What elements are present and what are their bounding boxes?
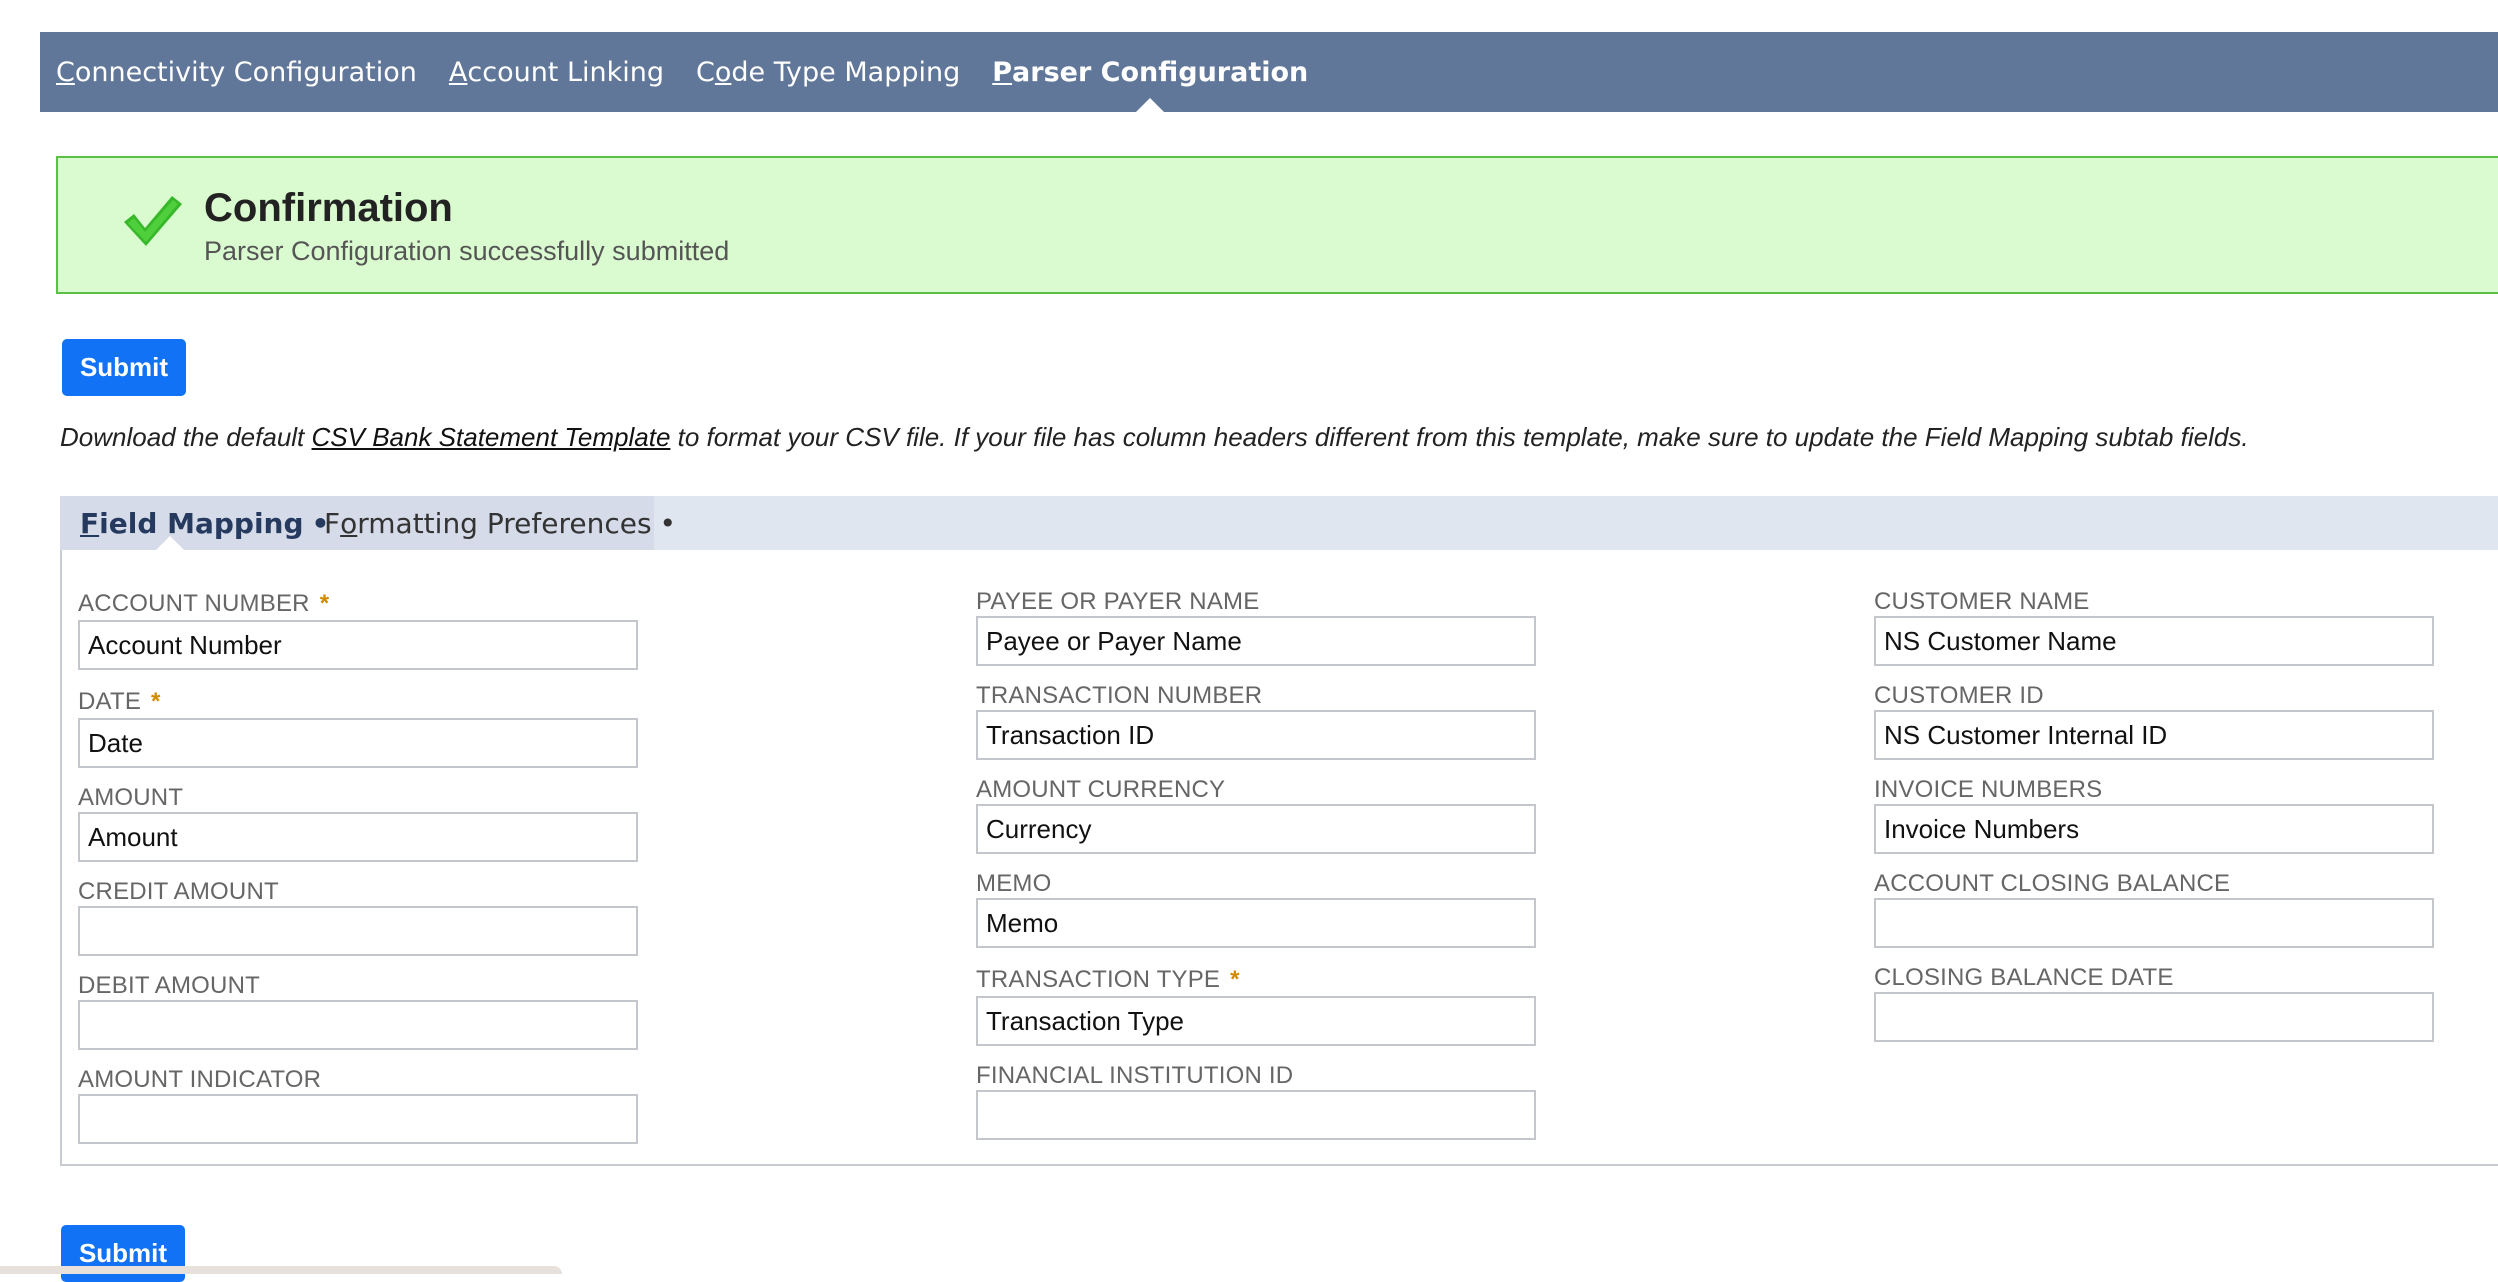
date-field[interactable]: [78, 718, 638, 768]
customer-id-label: CUSTOMER ID: [1874, 682, 2044, 709]
submit-button-top[interactable]: Submit: [62, 339, 186, 396]
confirmation-message: Parser Configuration successfully submit…: [204, 236, 730, 266]
popup-edge: [0, 1266, 562, 1274]
tab-label-prefix: C: [696, 56, 715, 88]
subtab-formatting-preferences[interactable]: Fo rmatting Preferences •: [324, 496, 676, 550]
tab-account-linking[interactable]: Account Linking: [449, 32, 664, 112]
financial-institution-id-field[interactable]: [976, 1090, 1536, 1140]
subtab-accesskey: o: [340, 506, 358, 540]
subtab-field-mapping[interactable]: Field Mapping •: [80, 496, 329, 550]
transaction-type-label: TRANSACTION TYPE *: [976, 966, 1240, 993]
closing-balance-date-label: CLOSING BALANCE DATE: [1874, 964, 2174, 991]
tab-label: ccount Linking: [467, 56, 665, 88]
financial-institution-id-label: FINANCIAL INSTITUTION ID: [976, 1062, 1294, 1089]
confirmation-title: Confirmation: [204, 186, 453, 230]
invoice-numbers-label: INVOICE NUMBERS: [1874, 776, 2103, 803]
required-indicator: *: [1230, 966, 1240, 993]
required-indicator: *: [151, 688, 161, 715]
tab-accesskey: o: [714, 56, 732, 88]
info-text-before: Download the default: [60, 422, 312, 452]
amount-currency-label: AMOUNT CURRENCY: [976, 776, 1226, 803]
info-text-after: to format your CSV file. If your file ha…: [670, 422, 2249, 452]
credit-amount-field[interactable]: [78, 906, 638, 956]
tab-label: onnectivity Configuration: [74, 56, 417, 88]
tab-connectivity-configuration[interactable]: Connectivity Configuration: [56, 32, 417, 112]
transaction-type-field[interactable]: [976, 996, 1536, 1046]
transaction-number-field[interactable]: [976, 710, 1536, 760]
account-number-label: ACCOUNT NUMBER *: [78, 590, 330, 617]
csv-template-info: Download the default CSV Bank Statement …: [60, 422, 2249, 453]
tab-accesskey: P: [992, 56, 1013, 88]
tab-accesskey: C: [56, 56, 75, 88]
memo-field[interactable]: [976, 898, 1536, 948]
account-number-field[interactable]: [78, 620, 638, 670]
amount-indicator-label: AMOUNT INDICATOR: [78, 1066, 322, 1093]
amount-field[interactable]: [78, 812, 638, 862]
csv-template-link[interactable]: CSV Bank Statement Template: [312, 422, 671, 452]
payee-or-payer-name-label: PAYEE OR PAYER NAME: [976, 588, 1260, 615]
subtab-dot: •: [659, 506, 677, 540]
invoice-numbers-field[interactable]: [1874, 804, 2434, 854]
subtab-active-indicator: [156, 536, 184, 550]
customer-name-field[interactable]: [1874, 616, 2434, 666]
debit-amount-label: DEBIT AMOUNT: [78, 972, 260, 999]
check-icon: [124, 196, 182, 246]
amount-indicator-field[interactable]: [78, 1094, 638, 1144]
subtab-label: rmatting Preferences: [357, 506, 652, 540]
transaction-number-label: TRANSACTION NUMBER: [976, 682, 1263, 709]
amount-label: AMOUNT: [78, 784, 184, 811]
tab-accesskey: A: [448, 56, 468, 88]
confirmation-banner: Confirmation Parser Configuration succes…: [56, 156, 2498, 294]
top-navigation-bar: Connectivity Configuration Account Linki…: [40, 32, 2498, 112]
date-label: DATE *: [78, 688, 161, 715]
debit-amount-field[interactable]: [78, 1000, 638, 1050]
subtab-label-prefix: F: [324, 506, 341, 540]
tab-label: arser Configuration: [1012, 56, 1309, 88]
payee-or-payer-name-field[interactable]: [976, 616, 1536, 666]
amount-currency-field[interactable]: [976, 804, 1536, 854]
subtab-label: ield Mapping: [99, 506, 304, 540]
closing-balance-date-field[interactable]: [1874, 992, 2434, 1042]
account-closing-balance-field[interactable]: [1874, 898, 2434, 948]
account-closing-balance-label: ACCOUNT CLOSING BALANCE: [1874, 870, 2231, 897]
memo-label: MEMO: [976, 870, 1052, 897]
customer-id-field[interactable]: [1874, 710, 2434, 760]
tab-code-type-mapping[interactable]: Co de Type Mapping: [696, 32, 960, 112]
tab-label: de Type Mapping: [731, 56, 961, 88]
required-indicator: *: [319, 590, 330, 617]
tab-parser-configuration[interactable]: Parser Configuration: [992, 32, 1308, 112]
customer-name-label: CUSTOMER NAME: [1874, 588, 2090, 615]
credit-amount-label: CREDIT AMOUNT: [78, 878, 279, 905]
subtab-accesskey: F: [80, 506, 100, 540]
